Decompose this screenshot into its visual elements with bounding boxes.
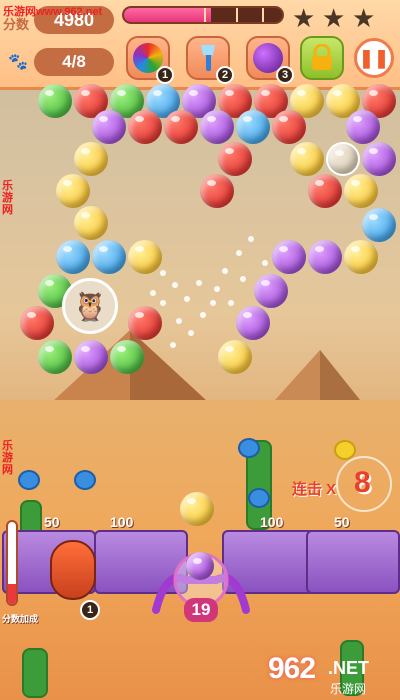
cactus [22, 648, 48, 698]
bin-score-label: 100 [110, 514, 134, 530]
watermark-net: .NET [328, 658, 370, 678]
yellow-bubble [56, 174, 90, 208]
booster-rainbow-ball-button[interactable]: 1 [126, 36, 174, 84]
sparkle [248, 236, 254, 242]
star-icon: ★ [352, 3, 376, 33]
bin-score-label: 50 [334, 514, 350, 530]
yellow-bubble [344, 240, 378, 274]
clear-bubble [326, 142, 360, 176]
booster-count-badge: 1 [156, 66, 174, 84]
pause-button[interactable]: ❚❚ [354, 38, 394, 78]
red-bubble [128, 110, 162, 144]
booster-locked-button[interactable] [300, 36, 344, 80]
sparkle [170, 342, 176, 348]
sparkle [262, 260, 268, 266]
yellow-bubble [74, 142, 108, 176]
red-bubble [218, 142, 252, 176]
yellow-bubble [128, 240, 162, 274]
watermark-number: 962 [268, 652, 316, 685]
purple-bubble [92, 110, 126, 144]
loaded-bubble[interactable] [186, 552, 214, 580]
yellow-bubble [218, 340, 252, 374]
bug-critter [74, 470, 96, 490]
star-icon: ★ [292, 3, 316, 33]
booster-bomb-ball-button[interactable]: 3 [246, 36, 294, 84]
sparkle [210, 300, 216, 306]
red-bubble [164, 110, 198, 144]
sparkle [240, 276, 246, 282]
blue-bubble [362, 208, 396, 242]
watermark-top: 乐游网www.962.net [3, 6, 103, 18]
booster-paint-brush-button[interactable]: 2 [186, 36, 234, 84]
red-bubble [128, 306, 162, 340]
lock-icon [312, 44, 332, 70]
sparkle [160, 270, 166, 276]
blue-bubble [56, 240, 90, 274]
green-bubble [38, 340, 72, 374]
score-bonus-meter [6, 520, 18, 606]
moves-counter: 4/8 [34, 48, 114, 76]
green-bubble [38, 84, 72, 118]
pause-icon: ❚❚ [358, 47, 390, 68]
star-icon: ★ [322, 3, 346, 33]
yellow-bubble [290, 142, 324, 176]
blue-bubble [92, 240, 126, 274]
paw-icon: 🐾 [8, 54, 28, 71]
sparkle [228, 300, 234, 306]
shots-remaining: 19 [184, 598, 218, 622]
sparkle [160, 300, 166, 306]
purple-bubble [346, 110, 380, 144]
owl-bubble: 🦉 [62, 278, 118, 334]
purple-bubble [74, 340, 108, 374]
booster-count-badge: 3 [276, 66, 294, 84]
score-progress-bar [122, 6, 284, 24]
score-progress-fill [124, 8, 211, 22]
sparkle [236, 250, 242, 256]
progress-tick [262, 8, 264, 22]
bug-critter [248, 488, 270, 508]
red-bubble [20, 306, 54, 340]
purple-bubble [308, 240, 342, 274]
purple-bubble [254, 274, 288, 308]
yellow-bubble [344, 174, 378, 208]
next-bubble [180, 492, 214, 526]
sparkle [184, 296, 190, 302]
red-bubble [308, 174, 342, 208]
watermark-cn: 乐游网 [330, 682, 367, 696]
purple-bubble [200, 110, 234, 144]
combo-label: 连击 X [292, 481, 337, 498]
purple-bubble [236, 306, 270, 340]
bin-score-label: 100 [260, 514, 284, 530]
sparkle [214, 286, 220, 292]
bin-score-label: 50 [44, 514, 60, 530]
sparkle [222, 268, 228, 274]
booster-count-badge: 2 [216, 66, 234, 84]
hero-badge: 1 [80, 600, 100, 620]
bug-critter [238, 438, 260, 458]
bug-critter [18, 470, 40, 490]
sparkle [196, 280, 202, 286]
green-bubble [110, 340, 144, 374]
progress-tick [236, 8, 238, 22]
score-bin [306, 530, 400, 594]
watermark-bottom: 962 .NET 乐游网 [268, 652, 396, 696]
sparkle [200, 312, 206, 318]
score-bonus-label: 分数加成 [2, 614, 39, 624]
purple-bubble [272, 240, 306, 274]
watermark-side-upper: 乐游网 [2, 180, 13, 216]
watermark-side-lower: 乐游网 [2, 440, 13, 476]
score-bonus-fill [8, 583, 16, 604]
blue-bubble [236, 110, 270, 144]
purple-bubble [362, 142, 396, 176]
combo-value: 8 [354, 466, 371, 499]
sparkle [188, 330, 194, 336]
red-bubble [272, 110, 306, 144]
sparkle [172, 282, 178, 288]
sparkle [150, 290, 156, 296]
hero-bird [50, 540, 96, 600]
yellow-bubble [74, 206, 108, 240]
progress-tick [204, 8, 206, 22]
sparkle [176, 318, 182, 324]
red-bubble [200, 174, 234, 208]
